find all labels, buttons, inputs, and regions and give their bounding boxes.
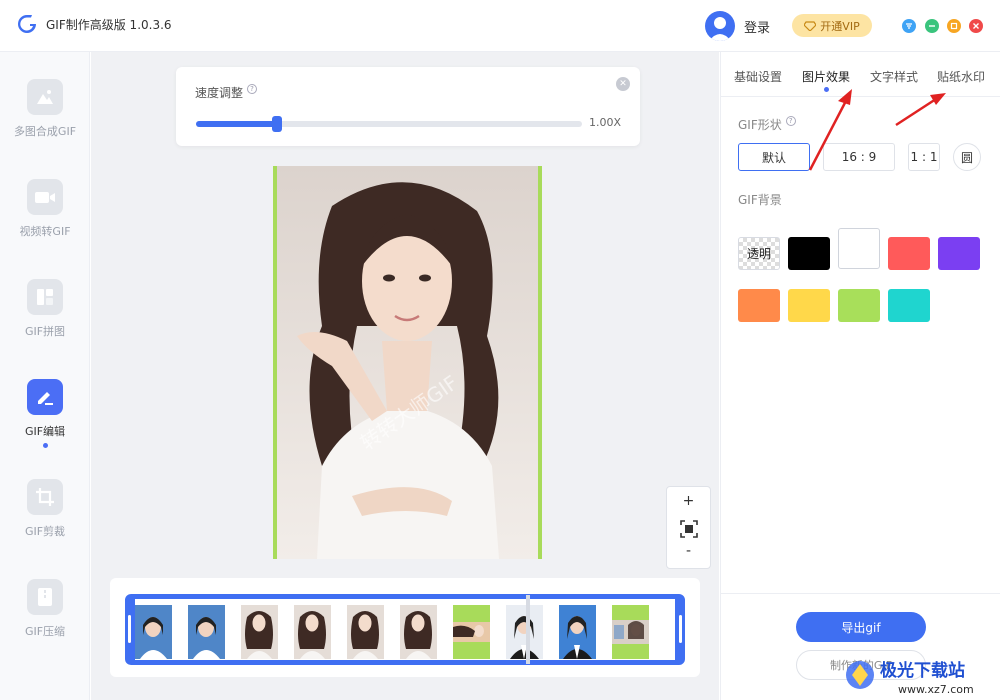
app-logo-icon: [18, 15, 36, 33]
bg-color-swatch-orange[interactable]: [738, 289, 780, 322]
divider: [721, 593, 1000, 594]
bg-color-swatch-yellow[interactable]: [788, 289, 830, 322]
active-indicator-dot: [42, 443, 48, 448]
sidebar-item-label: GIF压缩: [24, 625, 66, 638]
speed-slider-thumb[interactable]: [272, 116, 283, 132]
close-icon: [973, 23, 979, 29]
sidebar-item-gif-crop[interactable]: GIF剪裁: [0, 479, 90, 559]
export-gif-button[interactable]: 导出gif: [796, 612, 926, 642]
sidebar-item-gif-puzzle[interactable]: GIF拼图: [0, 279, 90, 359]
speed-value: 1.00X: [589, 116, 622, 129]
sidebar-item-label: 视频转GIF: [19, 225, 71, 238]
frame-thumbnail[interactable]: [188, 605, 225, 659]
bg-color-swatch-green[interactable]: [838, 289, 880, 322]
frame-range-selector[interactable]: [125, 594, 685, 665]
close-window-button[interactable]: [969, 19, 983, 33]
tab-image-effects[interactable]: 图片效果: [802, 68, 850, 85]
frame-thumbnail[interactable]: [506, 605, 543, 659]
portrait-photo: 转转大师GIF: [277, 166, 538, 559]
edit-pencil-icon: [27, 379, 63, 415]
range-end-handle[interactable]: [679, 615, 682, 643]
sidebar-item-label: 多图合成GIF: [13, 125, 77, 138]
fit-screen-icon: [679, 520, 698, 538]
sidebar-item-multi-image[interactable]: 多图合成GIF: [0, 79, 90, 159]
zoom-out-button[interactable]: -: [667, 543, 710, 559]
fit-screen-button[interactable]: [667, 519, 710, 543]
tab-sticker-watermark[interactable]: 贴纸水印: [937, 68, 985, 85]
bg-color-swatch-cyan[interactable]: [888, 289, 930, 322]
speed-label: 速度调整: [195, 86, 244, 100]
login-link[interactable]: 登录: [744, 17, 770, 36]
gif-shape-title: GIF形状: [738, 118, 782, 132]
range-start-handle[interactable]: [128, 615, 131, 643]
workspace: 速度调整? ✕ 1.00X 转转大师GIF + -: [91, 52, 719, 700]
minimize-button[interactable]: [925, 19, 939, 33]
sidebar-item-gif-edit[interactable]: GIF编辑: [0, 379, 90, 459]
settings-tabs: 基础设置 图片效果 文字样式 贴纸水印: [721, 52, 1000, 97]
frame-timeline: [110, 578, 700, 677]
title-bar: GIF制作高级版 1.0.3.6 登录 开通VIP: [0, 0, 1000, 52]
playhead[interactable]: [526, 595, 530, 664]
speed-slider[interactable]: [196, 116, 582, 132]
menu-window-button[interactable]: [902, 19, 916, 33]
video-icon: [27, 179, 63, 215]
sidebar-item-label: GIF编辑: [24, 425, 66, 438]
gif-background-title: GIF背景: [738, 193, 782, 207]
frame-thumbnail[interactable]: [135, 605, 172, 659]
app-title: GIF制作高级版 1.0.3.6: [46, 18, 172, 32]
menu-icon: [906, 23, 912, 29]
maximize-button[interactable]: [947, 19, 961, 33]
sidebar-item-label: GIF拼图: [24, 325, 66, 338]
diamond-icon: [804, 20, 817, 31]
vip-label: 开通VIP: [820, 19, 860, 33]
frame-thumbnail[interactable]: [559, 605, 596, 659]
shape-default-button[interactable]: 默认: [738, 143, 810, 171]
puzzle-grid-icon: [27, 279, 63, 315]
user-avatar-icon[interactable]: [705, 11, 735, 41]
frame-thumbnail[interactable]: [400, 605, 437, 659]
sidebar: 多图合成GIF 视频转GIF GIF拼图 GIF编辑 GIF剪裁 GIF压缩: [0, 52, 90, 700]
sidebar-item-gif-compress[interactable]: GIF压缩: [0, 579, 90, 659]
bg-color-swatch-purple[interactable]: [938, 237, 980, 270]
sidebar-item-label: GIF剪裁: [24, 525, 66, 538]
maximize-icon: [950, 22, 958, 30]
zoom-controls: + -: [666, 486, 711, 569]
compress-file-icon: [27, 579, 63, 615]
crop-icon: [27, 479, 63, 515]
bg-color-swatch-white[interactable]: [838, 228, 880, 269]
shape-circle-button[interactable]: 圆: [953, 143, 981, 171]
bg-color-swatch-black[interactable]: [788, 237, 830, 270]
frame-thumbnail[interactable]: [453, 605, 490, 659]
frame-thumbnail[interactable]: [241, 605, 278, 659]
tab-text-style[interactable]: 文字样式: [870, 68, 918, 85]
active-tab-indicator: [824, 87, 829, 92]
zoom-in-button[interactable]: +: [667, 493, 710, 509]
speed-slider-fill: [196, 121, 278, 127]
frame-thumbnail[interactable]: [612, 605, 649, 659]
frame-thumbnail[interactable]: [347, 605, 384, 659]
tab-basic-settings[interactable]: 基础设置: [734, 68, 782, 85]
minimize-icon: [929, 25, 935, 27]
sidebar-item-video-to-gif[interactable]: 视频转GIF: [0, 179, 90, 259]
image-merge-icon: [27, 79, 63, 115]
settings-panel: 基础设置 图片效果 文字样式 贴纸水印 GIF形状? 默认 16 : 9 1 :…: [720, 52, 1000, 700]
make-new-gif-button[interactable]: 制作新的GIF: [796, 650, 926, 680]
speed-panel: 速度调整? ✕ 1.00X: [176, 67, 640, 146]
bg-transparent-swatch[interactable]: 透明: [738, 237, 780, 270]
help-icon[interactable]: ?: [247, 84, 258, 94]
frame-thumbnail[interactable]: [294, 605, 331, 659]
help-icon[interactable]: ?: [785, 116, 796, 126]
gif-preview[interactable]: 转转大师GIF: [273, 166, 542, 559]
bg-color-swatch-red[interactable]: [888, 237, 930, 270]
shape-1-1-button[interactable]: 1 : 1: [908, 143, 940, 171]
vip-button[interactable]: 开通VIP: [792, 14, 872, 37]
close-speed-panel-button[interactable]: ✕: [616, 77, 630, 91]
shape-16-9-button[interactable]: 16 : 9: [823, 143, 895, 171]
